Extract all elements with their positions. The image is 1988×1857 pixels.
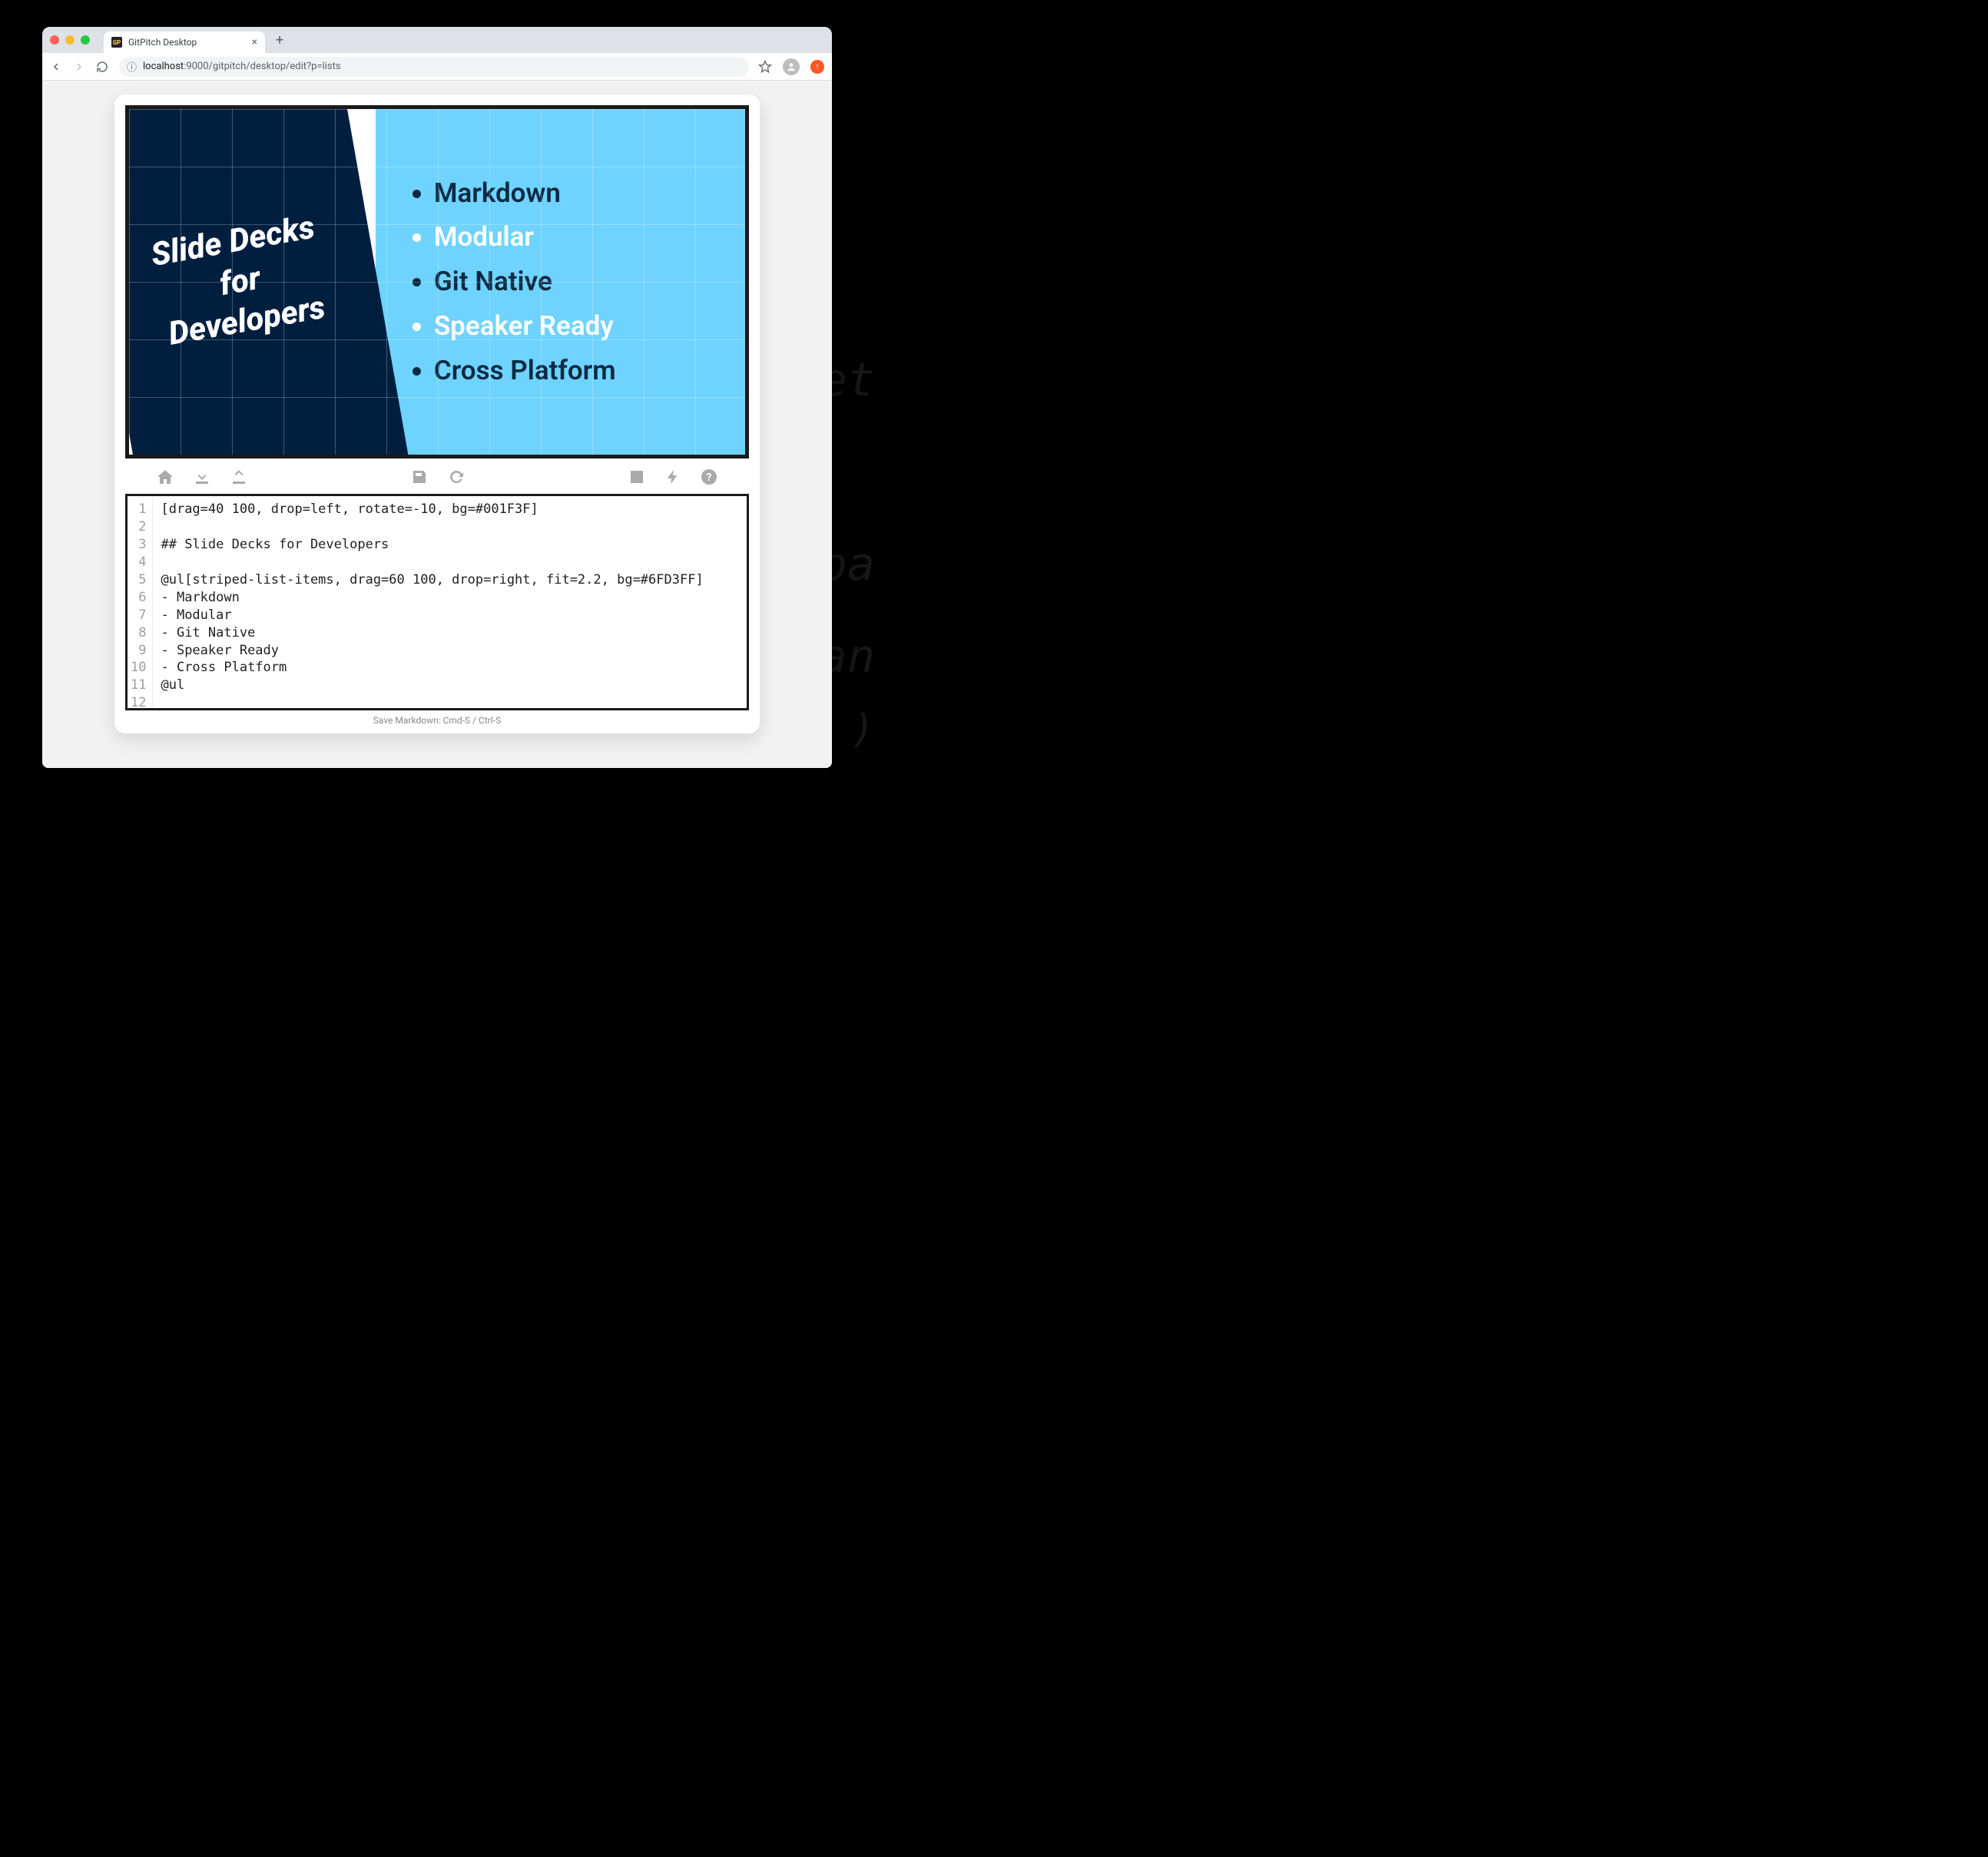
url-path: /gitpitch/desktop/edit?p=lists <box>209 61 341 72</box>
gitpitch-editor-card: MarkdownModularGit NativeSpeaker ReadyCr… <box>114 94 760 733</box>
upload-icon[interactable] <box>230 468 248 486</box>
slide-right-panel: MarkdownModularGit NativeSpeaker ReadyCr… <box>376 109 745 455</box>
extension-icon[interactable]: ↑ <box>810 60 824 74</box>
favicon-icon: GP <box>111 37 122 48</box>
url-port: :9000 <box>184 61 208 72</box>
slide-heading: Slide Decks for Developers <box>141 207 340 357</box>
download-icon[interactable] <box>193 468 211 486</box>
refresh-icon[interactable] <box>447 468 466 486</box>
footer-hint: Save Markdown: Cmd-S / Ctrl-S <box>125 710 749 727</box>
reload-button[interactable] <box>96 61 110 73</box>
minimize-window-button[interactable] <box>65 35 75 45</box>
slide-preview[interactable]: MarkdownModularGit NativeSpeaker ReadyCr… <box>125 105 749 458</box>
help-icon[interactable]: ? <box>700 468 718 486</box>
slide-feature-list: MarkdownModularGit NativeSpeaker ReadyCr… <box>414 171 616 393</box>
code-content[interactable]: [drag=40 100, drop=left, rotate=-10, bg=… <box>153 496 747 708</box>
maximize-window-button[interactable] <box>81 35 90 45</box>
url-bar[interactable]: ⓘ localhost:9000/gitpitch/desktop/edit?p… <box>119 57 749 77</box>
list-item: Cross Platform <box>434 349 616 393</box>
list-item: Modular <box>434 215 616 260</box>
svg-text:?: ? <box>707 472 712 484</box>
save-icon[interactable] <box>410 468 429 486</box>
back-button[interactable] <box>50 61 64 73</box>
browser-window: GP GitPitch Desktop × + ⓘ localhost:9000… <box>42 27 832 768</box>
bookmark-star-icon[interactable] <box>758 60 772 74</box>
close-tab-button[interactable]: × <box>252 36 257 48</box>
list-item: Git Native <box>434 260 616 304</box>
bolt-icon[interactable] <box>664 468 681 486</box>
close-window-button[interactable] <box>50 35 59 45</box>
line-number-gutter: 123456789101112 <box>128 496 153 708</box>
url-host: localhost <box>143 61 184 72</box>
image-icon[interactable] <box>628 468 646 486</box>
site-info-icon[interactable]: ⓘ <box>127 59 137 74</box>
tab-bar: GP GitPitch Desktop × + <box>42 27 832 53</box>
slide-left-panel: Slide Decks for Developers <box>125 105 409 458</box>
list-item: Markdown <box>434 171 616 216</box>
tab-title: GitPitch Desktop <box>128 37 197 48</box>
markdown-editor[interactable]: 123456789101112 [drag=40 100, drop=left,… <box>125 494 749 710</box>
window-controls <box>50 35 90 45</box>
home-icon[interactable] <box>156 468 174 486</box>
browser-tab[interactable]: GP GitPitch Desktop × <box>104 31 265 53</box>
forward-button[interactable] <box>73 61 87 73</box>
list-item: Speaker Ready <box>434 304 616 349</box>
profile-avatar-icon[interactable] <box>783 58 800 75</box>
address-bar: ⓘ localhost:9000/gitpitch/desktop/edit?p… <box>42 53 832 81</box>
new-tab-button[interactable]: + <box>271 32 288 48</box>
page-content: MarkdownModularGit NativeSpeaker ReadyCr… <box>42 81 832 768</box>
editor-toolbar: ? <box>125 458 749 494</box>
